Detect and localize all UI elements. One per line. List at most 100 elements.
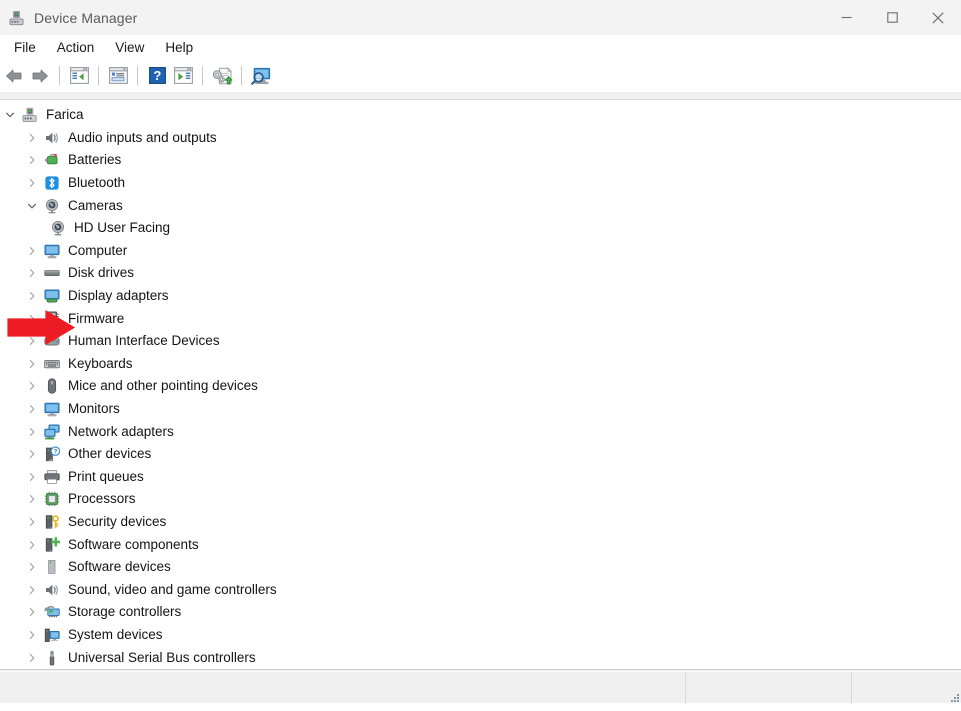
menu-item-action[interactable]: Action bbox=[47, 37, 106, 60]
network-adapter-icon bbox=[44, 424, 60, 440]
tree-node-label: Other devices bbox=[68, 446, 151, 462]
chevron-right-icon[interactable] bbox=[24, 491, 40, 507]
tree-node-other-devices[interactable]: ? Other devices bbox=[0, 443, 961, 466]
computer-root-icon bbox=[22, 107, 38, 123]
minimize-button[interactable] bbox=[823, 0, 869, 35]
chevron-right-icon[interactable] bbox=[24, 378, 40, 394]
tree-node-processors[interactable]: Processors bbox=[0, 488, 961, 511]
chevron-right-icon[interactable] bbox=[24, 582, 40, 598]
chevron-right-icon[interactable] bbox=[24, 401, 40, 417]
chevron-right-icon[interactable] bbox=[24, 627, 40, 643]
monitor-icon bbox=[44, 243, 60, 259]
toolbar-separator bbox=[202, 66, 203, 85]
chevron-right-icon[interactable] bbox=[24, 424, 40, 440]
speaker-icon bbox=[44, 582, 60, 598]
tree-node-label: Computer bbox=[68, 243, 127, 259]
tree-node-farica[interactable]: Farica bbox=[0, 104, 961, 127]
forward-icon[interactable] bbox=[27, 63, 53, 89]
tree-node-monitors[interactable]: Monitors bbox=[0, 398, 961, 421]
update-driver-icon[interactable] bbox=[209, 63, 235, 89]
window-title: Device Manager bbox=[34, 10, 137, 26]
chevron-right-icon[interactable] bbox=[24, 604, 40, 620]
menu-item-help[interactable]: Help bbox=[155, 37, 204, 60]
toolbar: ? bbox=[0, 61, 961, 91]
tree-node-label: Audio inputs and outputs bbox=[68, 130, 217, 146]
tree-node-storage-controllers[interactable]: Storage controllers bbox=[0, 601, 961, 624]
chevron-right-icon[interactable] bbox=[24, 175, 40, 191]
tree-node-label: Keyboards bbox=[68, 356, 133, 372]
scan-hardware-changes-icon[interactable] bbox=[248, 63, 274, 89]
tree-node-human-interface-devices[interactable]: Human Interface Devices bbox=[0, 330, 961, 353]
chevron-right-icon[interactable] bbox=[24, 537, 40, 553]
chevron-right-icon[interactable] bbox=[24, 130, 40, 146]
chevron-right-icon[interactable] bbox=[24, 446, 40, 462]
tree-node-network-adapters[interactable]: Network adapters bbox=[0, 420, 961, 443]
close-button[interactable] bbox=[915, 0, 961, 35]
play-action-icon[interactable] bbox=[170, 63, 196, 89]
chevron-right-icon[interactable] bbox=[24, 152, 40, 168]
menu-item-file[interactable]: File bbox=[4, 37, 47, 60]
tree-node-universal-serial-bus-controllers[interactable]: Universal Serial Bus controllers bbox=[0, 646, 961, 669]
display-adapter-icon bbox=[44, 288, 60, 304]
tree-node-label: Display adapters bbox=[68, 288, 169, 304]
tree-node-label: Print queues bbox=[68, 469, 144, 485]
chevron-right-icon[interactable] bbox=[24, 243, 40, 259]
tree-node-batteries[interactable]: Batteries bbox=[0, 149, 961, 172]
back-icon[interactable] bbox=[1, 63, 27, 89]
mouse-icon bbox=[44, 378, 60, 394]
tree-node-label: Universal Serial Bus controllers bbox=[68, 650, 256, 666]
tree-node-firmware[interactable]: Firmware bbox=[0, 307, 961, 330]
device-manager-icon bbox=[9, 10, 25, 26]
tree-node-label: Processors bbox=[68, 491, 136, 507]
tree-node-keyboards[interactable]: Keyboards bbox=[0, 353, 961, 376]
tree-node-label: Software components bbox=[68, 537, 199, 553]
tree-node-software-components[interactable]: Software components bbox=[0, 533, 961, 556]
tree-node-system-devices[interactable]: System devices bbox=[0, 624, 961, 647]
tree-node-print-queues[interactable]: Print queues bbox=[0, 466, 961, 489]
tree-node-software-devices[interactable]: Software devices bbox=[0, 556, 961, 579]
tree-node-cameras[interactable]: Cameras bbox=[0, 194, 961, 217]
tree-node-hd-user-facing[interactable]: HD User Facing bbox=[0, 217, 961, 240]
tree-node-label: HD User Facing bbox=[74, 220, 170, 236]
device-tree[interactable]: Farica Audio inputs and outputs bbox=[0, 100, 961, 669]
chevron-down-icon[interactable] bbox=[2, 107, 18, 123]
chevron-right-icon[interactable] bbox=[24, 514, 40, 530]
disk-drive-icon bbox=[44, 265, 60, 281]
properties-icon[interactable] bbox=[105, 63, 131, 89]
status-cell-secondary bbox=[686, 672, 851, 704]
resize-grip-icon[interactable] bbox=[947, 690, 960, 703]
chevron-right-icon[interactable] bbox=[24, 559, 40, 575]
chevron-right-icon[interactable] bbox=[24, 650, 40, 666]
chevron-right-icon[interactable] bbox=[24, 311, 40, 327]
chevron-down-icon[interactable] bbox=[24, 198, 40, 214]
tree-node-sound-video-and-game-controllers[interactable]: Sound, video and game controllers bbox=[0, 578, 961, 601]
tree-node-security-devices[interactable]: Security devices bbox=[0, 511, 961, 534]
printer-icon bbox=[44, 469, 60, 485]
chevron-right-icon[interactable] bbox=[24, 288, 40, 304]
show-hide-console-tree-icon[interactable] bbox=[66, 63, 92, 89]
chevron-right-icon[interactable] bbox=[24, 265, 40, 281]
system-device-icon bbox=[44, 627, 60, 643]
software-component-icon bbox=[44, 537, 60, 553]
tree-node-label: Human Interface Devices bbox=[68, 333, 220, 349]
status-bar bbox=[0, 671, 961, 703]
tree-node-disk-drives[interactable]: Disk drives bbox=[0, 262, 961, 285]
toolbar-separator bbox=[241, 66, 242, 85]
security-key-icon bbox=[44, 514, 60, 530]
help-icon[interactable]: ? bbox=[144, 63, 170, 89]
chevron-right-icon[interactable] bbox=[24, 356, 40, 372]
chevron-right-icon[interactable] bbox=[24, 333, 40, 349]
tree-node-audio-inputs-and-outputs[interactable]: Audio inputs and outputs bbox=[0, 127, 961, 150]
chevron-right-icon[interactable] bbox=[24, 469, 40, 485]
tree-node-label: Security devices bbox=[68, 514, 166, 530]
maximize-button[interactable] bbox=[869, 0, 915, 35]
toolbar-separator-band bbox=[0, 91, 961, 100]
tree-node-label: Mice and other pointing devices bbox=[68, 378, 258, 394]
svg-text:?: ? bbox=[153, 68, 161, 83]
tree-node-computer[interactable]: Computer bbox=[0, 240, 961, 263]
tree-node-mice-and-other-pointing-devices[interactable]: Mice and other pointing devices bbox=[0, 375, 961, 398]
tree-node-bluetooth[interactable]: Bluetooth bbox=[0, 172, 961, 195]
tree-node-label: Disk drives bbox=[68, 265, 134, 281]
tree-node-display-adapters[interactable]: Display adapters bbox=[0, 285, 961, 308]
menu-item-view[interactable]: View bbox=[105, 37, 155, 60]
